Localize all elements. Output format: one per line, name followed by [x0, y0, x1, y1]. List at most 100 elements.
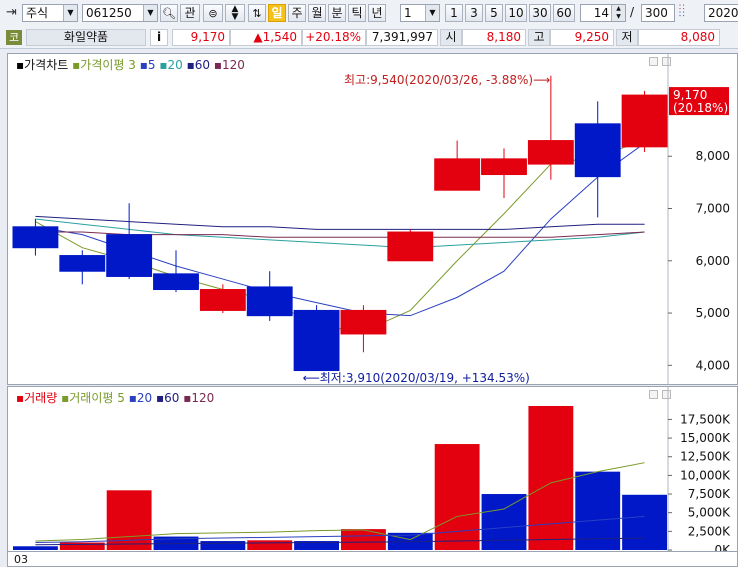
candle-body — [387, 231, 434, 262]
search-button[interactable]: 🔍︎ — [160, 4, 178, 22]
candle-body — [106, 234, 153, 277]
candle-body — [199, 289, 246, 311]
volume-tick-label: 0K — [714, 543, 731, 551]
volume-tick-label: 17,500K — [680, 412, 731, 426]
period-day-button[interactable]: 일 — [268, 4, 286, 22]
price-tick-label: 4,000 — [696, 358, 730, 372]
count-separator: / — [630, 5, 635, 19]
market-select[interactable]: 주식 ▼ — [22, 4, 78, 22]
code-input[interactable]: 061250 ▼ — [82, 4, 158, 22]
volume-chart-panel: ▪거래량 ▪거래이평 5 ▪20 ▪60 ▪120 17,500K 15,000K… — [7, 386, 738, 552]
low-price: 8,080 — [638, 29, 720, 46]
period-week-button[interactable]: 주 — [288, 4, 306, 22]
total-count-input[interactable]: 300 — [641, 4, 675, 22]
price-tick-label: 8,000 — [696, 149, 730, 163]
candle-body — [12, 226, 59, 249]
price-chart-panel: ▪가격차트 ▪가격이평 3 ▪5 ▪20 ▪60 ▪120 8,000 7,000… — [7, 53, 738, 385]
compare-arrows-icon: ⇅ — [252, 7, 262, 20]
interval-3-button[interactable]: 3 — [465, 4, 483, 22]
volume-bar — [528, 405, 574, 550]
interval-5-button[interactable]: 5 — [485, 4, 503, 22]
candle-body — [340, 309, 387, 335]
code-tag: 코 — [6, 30, 22, 45]
period-minute-button[interactable]: 분 — [328, 4, 346, 22]
candle-body — [434, 158, 481, 191]
code-input-value: 061250 — [86, 6, 132, 20]
date-input[interactable]: 2020/0 — [704, 4, 738, 22]
count-input[interactable]: 14 ▲ ▼ — [580, 4, 626, 22]
volume-chart-svg: 17,500K 15,000K 12,500K 10,000K 7,500K 5,000K… — [13, 387, 731, 551]
price-tick-label: 6,000 — [696, 254, 730, 268]
volume-bar — [622, 494, 667, 550]
high-label: 고 — [528, 29, 550, 46]
volume-bar — [341, 529, 386, 550]
volume-bar — [247, 540, 293, 550]
info-button[interactable]: i — [150, 29, 168, 46]
open-price: 8,180 — [462, 29, 526, 46]
open-label: 시 — [440, 29, 462, 46]
candle-body — [574, 123, 621, 178]
candle-body — [293, 309, 340, 372]
chevron-down-icon: ▼ — [143, 5, 157, 21]
trade-volume: 7,391,997 — [366, 29, 438, 46]
interval-select-value: 1 — [404, 6, 412, 20]
up-down-stepper[interactable]: ▲ ▼ — [225, 4, 245, 22]
x-axis-strip: 03 — [7, 552, 738, 567]
volume-tick-label: 12,500K — [680, 450, 731, 464]
stock-info-button[interactable]: ⊜ — [203, 4, 223, 22]
period-tick-button[interactable]: 틱 — [348, 4, 366, 22]
price-chart-svg: 8,000 7,000 6,000 5,000 4,000 최고:9,540(2020/0… — [12, 54, 730, 384]
candle-body — [481, 158, 527, 176]
chevron-down-icon: ▼ — [63, 5, 77, 21]
candle-body — [246, 286, 293, 317]
stock-name: 화일약품 — [26, 29, 146, 46]
search-icon: 🔍︎ — [162, 7, 176, 20]
x-axis-label: 03 — [14, 553, 28, 566]
interval-select[interactable]: 1 ▼ — [400, 4, 440, 22]
stock-info-row: 코 화일약품 i 9,170 ▲1,540 +20.18% 7,391,997 … — [0, 27, 738, 49]
volume-tick-label: 2,500K — [688, 524, 731, 538]
current-price-badge-pct: (20.18%) — [673, 101, 728, 115]
interval-30-button[interactable]: 30 — [529, 4, 551, 22]
interval-60-button[interactable]: 60 — [553, 4, 575, 22]
volume-bar — [434, 444, 480, 550]
volume-bar — [13, 546, 58, 550]
price-change: ▲1,540 — [230, 29, 302, 46]
period-month-button[interactable]: 월 — [308, 4, 326, 22]
panel-toggle-icon[interactable]: ⇥ — [6, 6, 17, 20]
candle-body — [59, 255, 106, 272]
candle-body — [621, 94, 668, 148]
interval-1-button[interactable]: 1 — [445, 4, 463, 22]
volume-bar — [481, 494, 527, 550]
period-year-button[interactable]: 년 — [368, 4, 386, 22]
up-down-arrows-icon: ▲ ▼ — [231, 4, 239, 22]
info-icon: ⊜ — [208, 7, 218, 20]
volume-bar — [200, 541, 246, 550]
high-price: 9,250 — [550, 29, 614, 46]
price-change-pct: +20.18% — [302, 29, 366, 46]
chevron-down-icon: ▼ — [425, 5, 439, 21]
interval-10-button[interactable]: 10 — [505, 4, 527, 22]
market-select-value: 주식 — [26, 6, 49, 20]
chart-toolbar: ⇥ 주식 ▼ 061250 ▼ 🔍︎ 관 ⊜ ▲ ▼ ⇅ 일 주 월 분 틱 년 … — [0, 0, 738, 28]
dot-grid-icon[interactable]: ∷ ∷ — [679, 4, 693, 20]
ma-60-line — [35, 215, 645, 230]
high-annotation: 최고:9,540(2020/03/26, -3.88%)⟶ — [344, 73, 550, 87]
compare-button[interactable]: ⇅ — [248, 4, 266, 22]
spin-arrows-icon[interactable]: ▲ ▼ — [611, 5, 625, 21]
candle-body — [153, 273, 199, 291]
volume-tick-label: 10,000K — [680, 468, 731, 482]
price-tick-label: 5,000 — [696, 306, 730, 320]
low-annotation: ⟵최저:3,910(2020/03/19, +134.53%) — [303, 371, 530, 384]
low-label: 저 — [616, 29, 638, 46]
volume-bar — [59, 542, 105, 550]
current-price: 9,170 — [172, 29, 230, 46]
volume-tick-label: 15,000K — [680, 431, 731, 445]
price-tick-label: 7,000 — [696, 202, 730, 216]
candle-body — [527, 140, 574, 165]
watch-button[interactable]: 관 — [180, 4, 200, 22]
volume-tick-label: 5,000K — [688, 506, 731, 520]
current-price-badge-value: 9,170 — [673, 88, 707, 102]
count-input-value: 14 — [593, 6, 609, 20]
volume-tick-label: 7,500K — [688, 487, 731, 501]
